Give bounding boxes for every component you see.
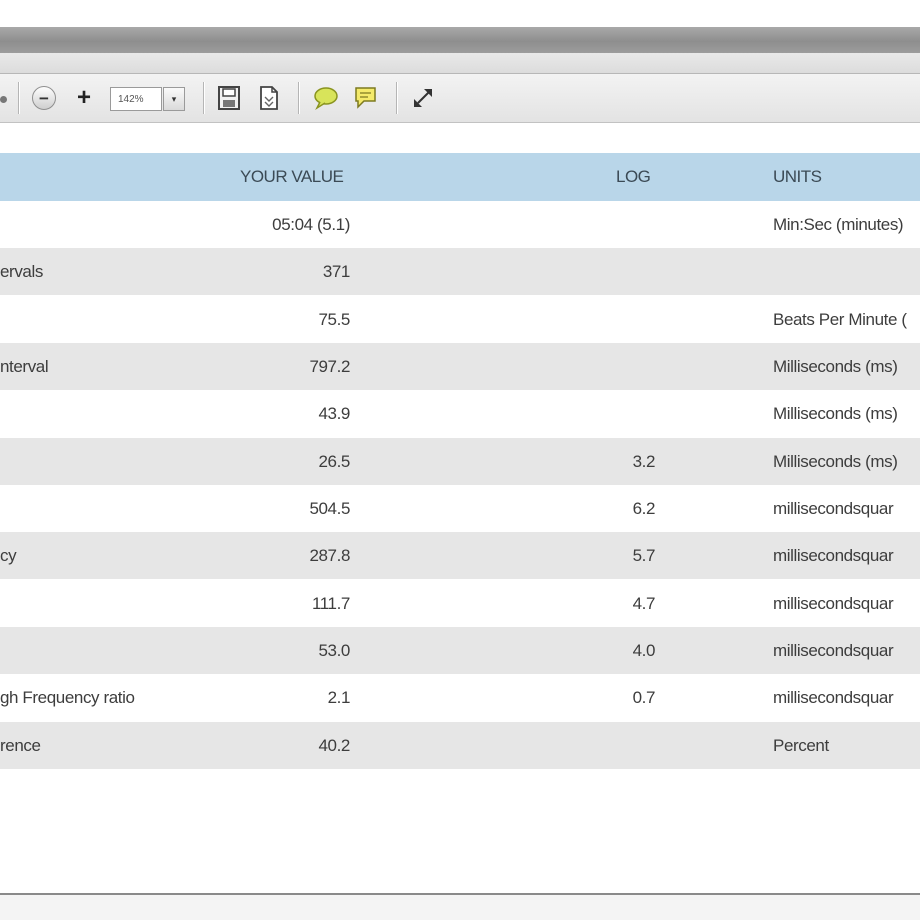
save-button[interactable] bbox=[215, 84, 243, 112]
row-value: 504.5 bbox=[309, 499, 350, 518]
row-label bbox=[0, 627, 200, 674]
viewer-toolbar: − + 142% ▾ bbox=[0, 74, 920, 123]
row-label bbox=[0, 390, 200, 437]
row-label: cy bbox=[0, 546, 17, 565]
row-value: 287.8 bbox=[309, 546, 350, 565]
toolbar-separator bbox=[298, 82, 299, 114]
expand-icon bbox=[414, 89, 432, 107]
row-value: 371 bbox=[322, 262, 350, 281]
table-row: 504.5 6.2 millisecondsquar bbox=[0, 485, 920, 532]
header-your-value: YOUR VALUE bbox=[240, 167, 344, 186]
row-value: 40.2 bbox=[318, 736, 351, 755]
row-log bbox=[470, 343, 655, 390]
table-row: nterval 797.2 Milliseconds (ms) bbox=[0, 343, 920, 390]
zoom-out-icon: − bbox=[32, 86, 56, 110]
row-value: 75.5 bbox=[318, 310, 351, 329]
row-units: millisecondsquar bbox=[773, 688, 894, 707]
row-label bbox=[0, 580, 200, 627]
row-units: millisecondsquar bbox=[773, 546, 894, 565]
table-row: 05:04 (5.1) Min:Sec (minutes) bbox=[0, 201, 920, 248]
row-log bbox=[470, 722, 655, 769]
row-label: ervals bbox=[0, 262, 43, 281]
row-value: 111.7 bbox=[311, 594, 350, 613]
table-row: 26.5 3.2 Milliseconds (ms) bbox=[0, 438, 920, 485]
row-log: 5.7 bbox=[632, 546, 655, 565]
add-comment-button[interactable] bbox=[311, 84, 341, 112]
row-log: 3.2 bbox=[632, 452, 655, 471]
toolbar-separator bbox=[396, 82, 397, 114]
row-log: 0.7 bbox=[632, 688, 655, 707]
comment-icon bbox=[314, 87, 338, 111]
row-value: 797.2 bbox=[309, 357, 350, 376]
menu-strip bbox=[0, 53, 920, 74]
header-log: LOG bbox=[616, 167, 651, 186]
toolbar-edge-icon bbox=[0, 96, 7, 103]
table-row: 75.5 Beats Per Minute ( bbox=[0, 296, 920, 343]
row-units: Min:Sec (minutes) bbox=[773, 215, 904, 234]
table-row: ervals 371 bbox=[0, 248, 920, 295]
expand-button[interactable] bbox=[408, 84, 438, 112]
row-log: 6.2 bbox=[632, 499, 655, 518]
sticky-note-button[interactable] bbox=[351, 84, 381, 112]
row-label: nterval bbox=[0, 357, 49, 376]
table-header: YOUR VALUE LOG UNITS bbox=[0, 153, 920, 201]
row-value: 05:04 (5.1) bbox=[272, 215, 350, 234]
row-label bbox=[0, 201, 200, 248]
viewer-footer bbox=[0, 895, 920, 920]
table-row: cy 287.8 5.7 millisecondsquar bbox=[0, 532, 920, 579]
row-value: 26.5 bbox=[318, 452, 351, 471]
row-value: 2.1 bbox=[327, 688, 350, 707]
row-units: Milliseconds (ms) bbox=[773, 404, 898, 423]
table-row: 53.0 4.0 millisecondsquar bbox=[0, 627, 920, 674]
row-units: Beats Per Minute ( bbox=[773, 310, 907, 329]
toolbar-separator bbox=[18, 82, 19, 114]
page-view-button[interactable] bbox=[255, 84, 283, 112]
row-log bbox=[470, 248, 655, 295]
zoom-dropdown-button[interactable]: ▾ bbox=[163, 87, 185, 111]
row-log bbox=[470, 201, 655, 248]
row-label bbox=[0, 296, 200, 343]
zoom-out-button[interactable]: − bbox=[31, 84, 57, 112]
row-units: millisecondsquar bbox=[773, 594, 894, 613]
row-label bbox=[0, 438, 200, 485]
table-row: 43.9 Milliseconds (ms) bbox=[0, 390, 920, 437]
row-log: 4.0 bbox=[632, 641, 655, 660]
toolbar-separator bbox=[203, 82, 204, 114]
window-title-bar bbox=[0, 27, 920, 53]
row-units: millisecondsquar bbox=[773, 499, 894, 518]
zoom-in-button[interactable]: + bbox=[71, 84, 97, 112]
row-value: 53.0 bbox=[318, 641, 351, 660]
zoom-level-input[interactable]: 142% bbox=[110, 87, 162, 111]
row-units: Milliseconds (ms) bbox=[773, 357, 898, 376]
row-value: 43.9 bbox=[318, 404, 351, 423]
row-log bbox=[470, 296, 655, 343]
row-log bbox=[470, 390, 655, 437]
zoom-in-icon: + bbox=[76, 84, 91, 111]
row-units bbox=[773, 248, 920, 295]
table-row: 111.7 4.7 millisecondsquar bbox=[0, 580, 920, 627]
row-units: millisecondsquar bbox=[773, 641, 894, 660]
row-units: Percent bbox=[773, 736, 829, 755]
sticky-note-icon bbox=[355, 87, 376, 109]
page-icon bbox=[260, 86, 278, 110]
row-label: gh Frequency ratio bbox=[0, 688, 135, 707]
row-label bbox=[0, 485, 200, 532]
row-units: Milliseconds (ms) bbox=[773, 452, 898, 471]
header-units: UNITS bbox=[773, 167, 822, 186]
row-label: rence bbox=[0, 736, 41, 755]
save-icon bbox=[218, 86, 240, 110]
table-row: rence 40.2 Percent bbox=[0, 722, 920, 769]
row-log: 4.7 bbox=[632, 594, 655, 613]
table-row: gh Frequency ratio 2.1 0.7 millisecondsq… bbox=[0, 674, 920, 721]
